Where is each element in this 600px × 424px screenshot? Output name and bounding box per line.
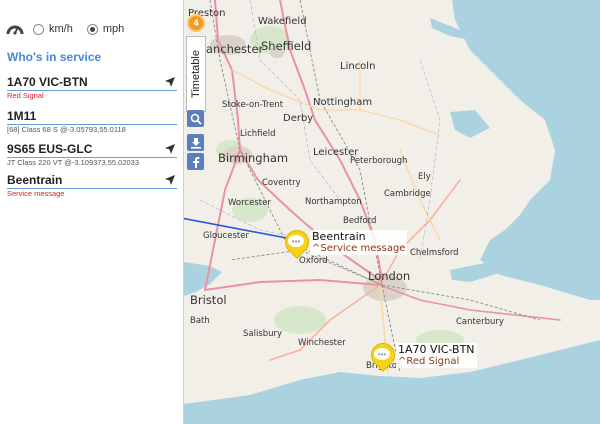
service-status: [68] Class 68 S @-3.05793,55.0118 bbox=[7, 125, 126, 134]
locate-arrow-icon[interactable] bbox=[165, 77, 175, 87]
service-status: Red Signal bbox=[7, 91, 44, 100]
service-name: 9S65 EUS-GLC bbox=[7, 142, 93, 156]
chat-bubble-icon: ••• bbox=[374, 348, 390, 360]
place-label: Bath bbox=[190, 316, 210, 326]
place-label: Lincoln bbox=[340, 61, 376, 72]
place-label: Salisbury bbox=[243, 329, 283, 339]
locate-arrow-icon[interactable] bbox=[165, 144, 175, 154]
place-label: Ely bbox=[418, 172, 431, 182]
marker-train-message: ^Service message bbox=[312, 243, 406, 254]
place-label: Northampton bbox=[305, 197, 362, 207]
kmh-label: km/h bbox=[49, 23, 73, 35]
service-item[interactable]: 9S65 EUS-GLC JT Class 220 VT @-3.109373,… bbox=[7, 141, 177, 168]
timetable-label: Timetable bbox=[190, 50, 203, 98]
service-item[interactable]: 1M11 [68] Class 68 S @-3.05793,55.0118 bbox=[7, 108, 177, 135]
place-label: Wakefield bbox=[258, 16, 307, 27]
search-icon bbox=[190, 113, 202, 125]
place-label: Oxford bbox=[299, 256, 328, 266]
mph-radio[interactable] bbox=[86, 23, 98, 35]
place-label: Nottingham bbox=[313, 97, 373, 108]
place-label: Birmingham bbox=[218, 151, 289, 165]
facebook-icon bbox=[192, 156, 199, 168]
facebook-button[interactable] bbox=[187, 153, 204, 170]
marker-train-message: ^Red Signal bbox=[398, 356, 460, 367]
place-label: Bristol bbox=[190, 293, 227, 307]
service-name: 1A70 VIC-BTN bbox=[7, 75, 88, 89]
service-status: Service message bbox=[7, 189, 65, 198]
locate-arrow-icon[interactable] bbox=[165, 175, 175, 185]
service-name: 1M11 bbox=[7, 109, 37, 123]
service-status: JT Class 220 VT @-3.109373,55.02033 bbox=[7, 158, 140, 167]
place-label: Winchester bbox=[298, 338, 346, 348]
service-item[interactable]: 1A70 VIC-BTN Red Signal bbox=[7, 74, 177, 101]
kmh-radio[interactable] bbox=[33, 23, 44, 35]
speed-unit-selector: km/h mph bbox=[6, 21, 138, 37]
marker-label: 1A70 VIC-BTN ^Red Signal bbox=[396, 343, 477, 368]
mph-label: mph bbox=[102, 23, 125, 35]
place-label: Chelmsford bbox=[410, 248, 459, 258]
timetable-tab[interactable]: Timetable bbox=[186, 36, 206, 112]
place-label: Manchester bbox=[196, 42, 264, 56]
place-label: Worcester bbox=[228, 198, 271, 208]
download-icon bbox=[190, 137, 201, 149]
place-label: Stoke-on-Trent bbox=[222, 100, 284, 110]
panel-title: Who's in service bbox=[7, 50, 102, 64]
marker-label: Beentrain ^Service message bbox=[310, 230, 408, 255]
marker-train-name: Beentrain bbox=[312, 230, 366, 243]
service-name: Beentrain bbox=[7, 173, 63, 187]
notification-badge[interactable]: 4 bbox=[187, 14, 205, 32]
place-label: Lichfield bbox=[240, 129, 276, 139]
download-button[interactable] bbox=[187, 134, 204, 151]
place-label: Peterborough bbox=[350, 156, 408, 166]
service-panel: km/h mph Who's in service 1A70 VIC-BTN R… bbox=[0, 0, 184, 424]
place-label: Sheffield bbox=[261, 39, 312, 53]
place-label: Bedford bbox=[343, 216, 377, 226]
place-label: Coventry bbox=[262, 178, 301, 188]
place-label: Cambridge bbox=[384, 189, 431, 199]
chat-bubble-icon: ••• bbox=[288, 235, 304, 247]
service-item[interactable]: Beentrain Service message bbox=[7, 172, 177, 199]
speedometer-icon bbox=[6, 25, 24, 35]
place-label: Gloucester bbox=[203, 231, 249, 241]
marker-train-name: 1A70 VIC-BTN bbox=[398, 343, 475, 356]
search-button[interactable] bbox=[187, 110, 204, 127]
place-label: Derby bbox=[283, 113, 314, 124]
place-label: London bbox=[368, 269, 411, 283]
place-label: Canterbury bbox=[456, 317, 504, 327]
